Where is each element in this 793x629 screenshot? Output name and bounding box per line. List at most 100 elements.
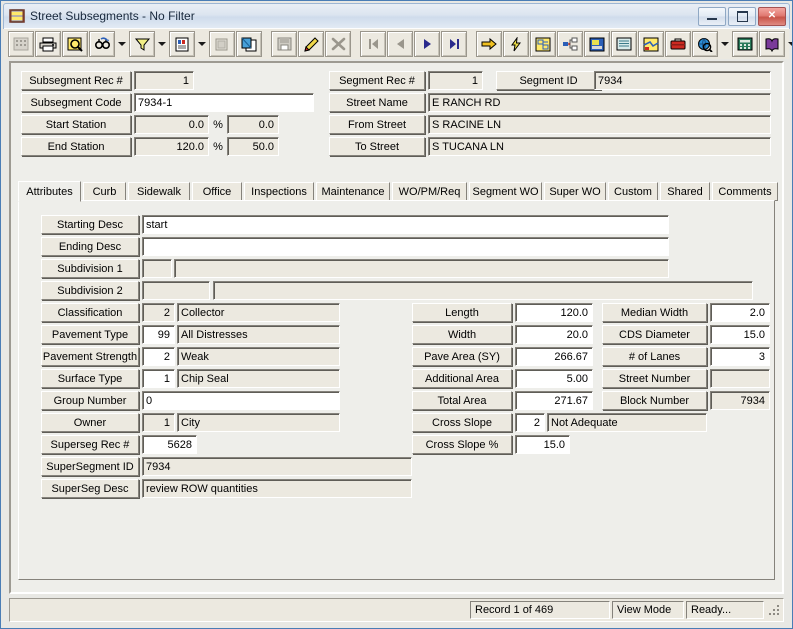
report-icon[interactable] — [169, 31, 195, 57]
restore-button[interactable] — [728, 6, 756, 26]
tab-office[interactable]: Office — [192, 182, 242, 201]
tab-sidewalk[interactable]: Sidewalk — [128, 182, 190, 201]
help-book-icon[interactable] — [759, 31, 785, 57]
field-from-street[interactable]: S RACINE LN — [428, 115, 771, 134]
tab-custom[interactable]: Custom — [608, 182, 658, 201]
field-superseg-desc[interactable]: review ROW quantities — [142, 479, 412, 498]
find-dropdown-icon[interactable] — [116, 32, 128, 56]
field-pavement-strength-code[interactable]: 2 — [142, 347, 175, 366]
tab-curb[interactable]: Curb — [83, 182, 126, 201]
tab-attributes[interactable]: Attributes — [18, 181, 81, 202]
layout-icon[interactable] — [530, 31, 556, 57]
tab-shared[interactable]: Shared — [660, 182, 710, 201]
field-block-number[interactable]: 7934 — [710, 391, 770, 410]
grid-view-icon[interactable] — [8, 31, 34, 57]
field-subsegment-code[interactable]: 7934-1 — [134, 93, 314, 112]
next-record-icon[interactable] — [414, 31, 440, 57]
map-icon[interactable] — [638, 31, 664, 57]
field-starting-desc[interactable]: start — [142, 215, 669, 234]
field-segment-id[interactable]: 7934 — [594, 71, 771, 90]
field-cross-slope-value[interactable]: Not Adequate — [547, 413, 707, 432]
field-classification-value[interactable]: Collector — [177, 303, 340, 322]
field-owner-code[interactable]: 1 — [142, 413, 175, 432]
field-street-name[interactable]: E RANCH RD — [428, 93, 771, 112]
field-additional-area[interactable]: 5.00 — [515, 369, 593, 388]
field-number-of-lanes[interactable]: 3 — [710, 347, 770, 366]
tab-comments[interactable]: Comments — [712, 182, 778, 201]
field-ending-desc[interactable] — [142, 237, 669, 256]
print-icon[interactable] — [35, 31, 61, 57]
field-pave-area[interactable]: 266.67 — [515, 347, 593, 366]
field-start-station[interactable]: 0.0 — [134, 115, 209, 134]
field-total-area[interactable]: 271.67 — [515, 391, 593, 410]
field-pavement-type-value[interactable]: All Distresses — [177, 325, 340, 344]
field-cross-slope-code[interactable]: 2 — [515, 413, 545, 432]
field-cds-diameter[interactable]: 15.0 — [710, 325, 770, 344]
field-to-street[interactable]: S TUCANA LN — [428, 137, 771, 156]
report-dropdown-icon[interactable] — [196, 32, 208, 56]
field-length[interactable]: 120.0 — [515, 303, 593, 322]
field-start-station-percent[interactable]: 0.0 — [227, 115, 279, 134]
first-record-icon[interactable] — [360, 31, 386, 57]
field-street-number[interactable] — [710, 369, 770, 388]
label-cross-slope: Cross Slope — [412, 413, 512, 432]
field-cross-slope-pct[interactable]: 15.0 — [515, 435, 570, 454]
goto-icon[interactable] — [476, 31, 502, 57]
field-median-width[interactable]: 2.0 — [710, 303, 770, 322]
field-subdivision-1-value[interactable] — [174, 259, 669, 278]
resize-grip-icon[interactable] — [767, 603, 781, 617]
field-subdivision-2-value[interactable] — [213, 281, 753, 300]
print-preview-icon[interactable] — [62, 31, 88, 57]
image-icon[interactable] — [584, 31, 610, 57]
globe-dropdown-icon[interactable] — [719, 32, 731, 56]
toolbox-icon[interactable] — [665, 31, 691, 57]
field-width[interactable]: 20.0 — [515, 325, 593, 344]
field-pavement-strength-value[interactable]: Weak — [177, 347, 340, 366]
last-record-icon[interactable] — [441, 31, 467, 57]
tab-segment-wo[interactable]: Segment WO — [469, 182, 542, 201]
filter-icon[interactable] — [129, 31, 155, 57]
minimize-icon — [707, 17, 717, 20]
edit-icon[interactable] — [298, 31, 324, 57]
field-end-station[interactable]: 120.0 — [134, 137, 209, 156]
field-superseg-rec[interactable]: 5628 — [142, 435, 197, 454]
field-classification-code[interactable]: 2 — [142, 303, 175, 322]
help-dropdown-icon[interactable] — [786, 32, 792, 56]
copy-record-icon[interactable] — [236, 31, 262, 57]
title-bar[interactable]: Street Subsegments - No Filter ✕ — [3, 3, 790, 29]
field-subdivision-1-code[interactable] — [142, 259, 172, 278]
tab-inspections[interactable]: Inspections — [244, 182, 314, 201]
field-surface-type-value[interactable]: Chip Seal — [177, 369, 340, 388]
previous-record-icon[interactable] — [387, 31, 413, 57]
field-subdivision-2-code[interactable] — [142, 281, 210, 300]
save-icon[interactable] — [271, 31, 297, 57]
tab-wo-pm-req[interactable]: WO/PM/Req — [392, 182, 467, 201]
tab-maintenance[interactable]: Maintenance — [316, 182, 390, 201]
tab-super-wo[interactable]: Super WO — [544, 182, 606, 201]
globe-icon[interactable] — [692, 31, 718, 57]
minimize-button[interactable] — [698, 6, 726, 26]
filter-dropdown-icon[interactable] — [156, 32, 168, 56]
field-end-station-percent[interactable]: 50.0 — [227, 137, 279, 156]
tab-strip: Attributes Curb Sidewalk Office Inspecti… — [18, 181, 778, 202]
label-block-number: Block Number — [602, 391, 707, 410]
field-segment-rec[interactable]: 1 — [428, 71, 483, 90]
field-supersegment-id[interactable]: 7934 — [142, 457, 412, 476]
field-group-number[interactable]: 0 — [142, 391, 340, 410]
field-pavement-type-code[interactable]: 99 — [142, 325, 175, 344]
label-starting-desc: Starting Desc — [41, 215, 139, 234]
export-icon[interactable] — [209, 31, 235, 57]
phone-icon[interactable] — [611, 31, 637, 57]
label-start-station: Start Station — [21, 115, 131, 134]
field-surface-type-code[interactable]: 1 — [142, 369, 175, 388]
calculator-icon[interactable] — [732, 31, 758, 57]
close-button[interactable]: ✕ — [758, 6, 786, 26]
label-subsegment-code: Subsegment Code — [21, 93, 131, 112]
field-subsegment-rec[interactable]: 1 — [134, 71, 194, 90]
quick-action-icon[interactable] — [503, 31, 529, 57]
label-additional-area: Additional Area — [412, 369, 512, 388]
delete-icon[interactable] — [325, 31, 351, 57]
field-owner-value[interactable]: City — [177, 413, 340, 432]
hierarchy-icon[interactable] — [557, 31, 583, 57]
find-icon[interactable] — [89, 31, 115, 57]
